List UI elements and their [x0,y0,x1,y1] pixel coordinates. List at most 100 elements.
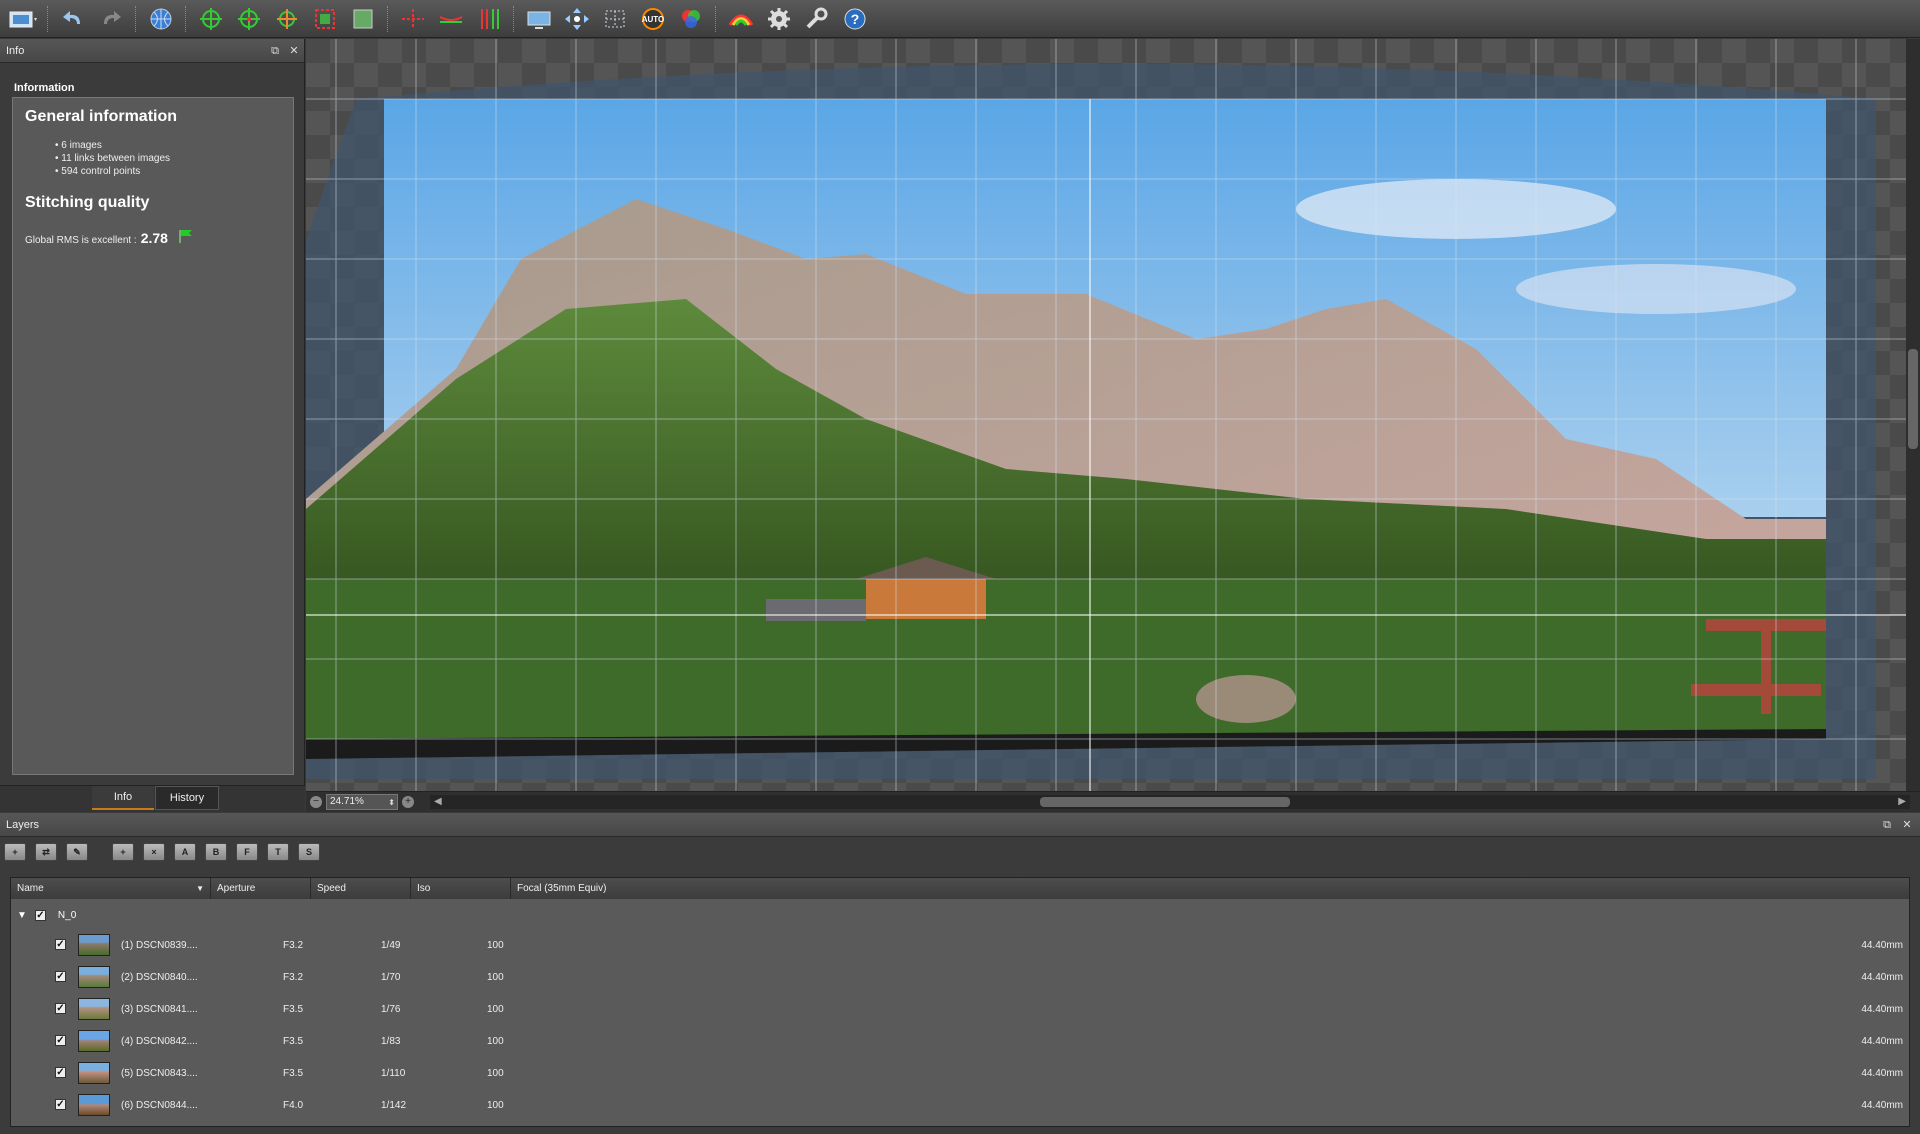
layer-iso: 100 [487,940,504,951]
layers-table: Name ▼ Aperture Speed Iso Focal (35mm Equ… [10,877,1910,1127]
layer-mode-f-button[interactable]: F [236,843,258,861]
layer-checkbox[interactable]: ✓ [55,1067,66,1078]
layer-name: (3) DSCN0841.... [121,1004,198,1015]
center-icon[interactable] [194,4,228,34]
expand-triangle-icon[interactable]: ▼ [17,910,27,921]
scroll-right-icon[interactable]: ▶ [1898,796,1906,807]
layer-aperture: F3.2 [283,972,304,983]
layer-checkbox[interactable]: ✓ [55,1003,66,1014]
layer-name: (2) DSCN0840.... [121,972,198,983]
layer-aperture: F3.5 [283,1068,304,1079]
layer-name: (5) DSCN0843.... [121,1068,198,1079]
rms-line: Global RMS is excellent : 2.78 [25,229,194,246]
display-icon[interactable] [522,4,556,34]
tools-icon[interactable] [800,4,834,34]
layer-aperture: F3.5 [283,1004,304,1015]
project-icon[interactable] [6,4,40,34]
settings-icon[interactable] [762,4,796,34]
sort-down-icon[interactable]: ▼ [196,878,204,899]
table-row[interactable]: ✓ (5) DSCN0843.... F3.5 1/110 100 44.40m… [11,1060,1909,1086]
layer-focal: 44.40mm [1861,1004,1903,1015]
layer-mode-t-button[interactable]: T [267,843,289,861]
svg-text:AUTO: AUTO [642,15,665,24]
crop-icon[interactable] [308,4,342,34]
layer-checkbox[interactable]: ✓ [55,1035,66,1046]
exposure-icon[interactable] [724,4,758,34]
grid-points-icon[interactable] [598,4,632,34]
tab-info[interactable]: Info [92,786,154,810]
layers-panel-header: Layers ⧉ ✕ [0,813,1920,837]
general-information-title: General information [25,108,178,125]
preview-canvas[interactable] [306,39,1906,791]
redo-icon[interactable] [94,4,128,34]
layer-speed: 1/49 [381,940,401,951]
vertical-lines-icon[interactable] [472,4,506,34]
tab-history[interactable]: History [155,786,219,810]
info-panel-header: Info ⧉ ✕ [0,39,304,63]
general-information-list: 6 images 11 links between images 594 con… [55,139,170,178]
undo-icon[interactable] [56,4,90,34]
vertical-scrollbar[interactable] [1906,39,1920,791]
add-image-icon[interactable]: + [4,843,26,861]
delete-group-icon[interactable]: × [143,843,165,861]
table-row[interactable]: ✓ (6) DSCN0844.... F4.0 1/142 100 44.40m… [11,1092,1909,1118]
column-focal[interactable]: Focal (35mm Equiv) [511,878,1909,899]
auto-icon[interactable]: AUTO [636,4,670,34]
layer-name: (4) DSCN0842.... [121,1036,198,1047]
layer-checkbox[interactable]: ✓ [55,1099,66,1110]
horizontal-scroll-thumb[interactable] [1040,797,1290,807]
table-row[interactable]: ✓ (1) DSCN0839.... F3.2 1/49 100 44.40mm [11,932,1909,958]
table-row[interactable]: ✓ (4) DSCN0842.... F3.5 1/83 100 44.40mm [11,1028,1909,1054]
layer-iso: 100 [487,1036,504,1047]
close-icon[interactable]: ✕ [287,44,301,58]
layer-speed: 1/83 [381,1036,401,1047]
replace-image-icon[interactable]: ⇄ [35,843,57,861]
layer-mode-b-button[interactable]: B [205,843,227,861]
undock-icon[interactable]: ⧉ [1880,818,1894,832]
column-name[interactable]: Name ▼ [11,878,211,899]
layer-mode-s-button[interactable]: S [298,843,320,861]
layer-thumbnail [78,1094,110,1116]
zoom-spinner-icon[interactable]: ⬍ [388,796,395,810]
layer-speed: 1/70 [381,972,401,983]
vertical-scroll-thumb[interactable] [1908,349,1918,449]
close-icon[interactable]: ✕ [1900,818,1914,832]
zoom-in-icon[interactable]: + [402,796,414,808]
recenter-icon[interactable] [232,4,266,34]
layer-thumbnail [78,1030,110,1052]
horizontal-scrollbar[interactable]: ◀ ▶ [430,795,1910,809]
column-speed[interactable]: Speed [311,878,411,899]
group-checkbox[interactable]: ✓ [34,909,46,921]
zoom-out-icon[interactable]: − [310,796,322,808]
layer-aperture: F3.5 [283,1036,304,1047]
help-icon[interactable]: ? [838,4,872,34]
column-aperture[interactable]: Aperture [211,878,311,899]
scroll-left-icon[interactable]: ◀ [434,796,442,807]
straighten-icon[interactable] [434,4,468,34]
move-icon[interactable] [560,4,594,34]
new-group-icon[interactable]: + [112,843,134,861]
globe-icon[interactable] [144,4,178,34]
layer-iso: 100 [487,1100,504,1111]
undock-icon[interactable]: ⧉ [268,44,282,58]
flag-icon [179,230,192,243]
column-iso[interactable]: Iso [411,878,511,899]
fit-icon[interactable] [346,4,380,34]
layer-checkbox[interactable]: ✓ [55,939,66,950]
table-row[interactable]: ✓ (2) DSCN0840.... F3.2 1/70 100 44.40mm [11,964,1909,990]
table-row[interactable]: ✓ (3) DSCN0841.... F3.5 1/76 100 44.40mm [11,996,1909,1022]
layer-focal: 44.40mm [1861,1068,1903,1079]
layer-thumbnail [78,998,110,1020]
horizon-icon[interactable] [396,4,430,34]
toolbar-separator [135,5,137,32]
layer-mode-a-button[interactable]: A [174,843,196,861]
panorama-preview[interactable] [306,39,1906,791]
list-item: 11 links between images [55,152,170,165]
rotate-icon[interactable] [270,4,304,34]
zoom-field[interactable]: 24.71% ⬍ [326,794,398,810]
edit-image-icon[interactable]: ✎ [66,843,88,861]
group-row[interactable]: ▼ ✓ N_0 [11,906,76,924]
layer-checkbox[interactable]: ✓ [55,971,66,982]
color-icon[interactable] [674,4,708,34]
layers-panel: Layers ⧉ ✕ + ⇄ ✎ + × A B F T S Name ▼ Ape… [0,813,1920,1134]
